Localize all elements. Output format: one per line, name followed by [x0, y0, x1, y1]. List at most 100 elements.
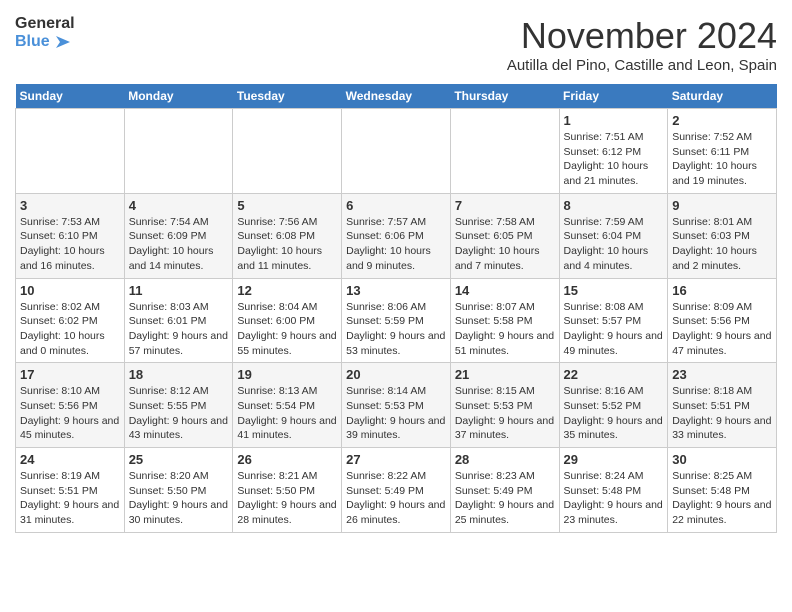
calendar-day-cell: 1 Sunrise: 7:51 AM Sunset: 6:12 PM Daylig…: [559, 109, 668, 194]
day-number: 16: [672, 283, 772, 298]
weekday-header: Tuesday: [233, 84, 342, 109]
title-section: November 2024 Autilla del Pino, Castille…: [507, 15, 777, 74]
day-info: Sunrise: 8:13 AM Sunset: 5:54 PM Dayligh…: [237, 384, 337, 443]
calendar-day-cell: 30 Sunrise: 8:25 AM Sunset: 5:48 PM Dayli…: [668, 448, 777, 533]
calendar-table: SundayMondayTuesdayWednesdayThursdayFrid…: [15, 84, 777, 533]
calendar-day-cell: 6 Sunrise: 7:57 AM Sunset: 6:06 PM Daylig…: [342, 193, 451, 278]
calendar-day-cell: 17 Sunrise: 8:10 AM Sunset: 5:56 PM Dayli…: [16, 363, 125, 448]
day-info: Sunrise: 8:20 AM Sunset: 5:50 PM Dayligh…: [129, 469, 229, 528]
day-number: 4: [129, 198, 229, 213]
day-number: 8: [564, 198, 664, 213]
calendar-day-cell: 10 Sunrise: 8:02 AM Sunset: 6:02 PM Dayli…: [16, 278, 125, 363]
calendar-day-cell: 11 Sunrise: 8:03 AM Sunset: 6:01 PM Dayli…: [124, 278, 233, 363]
day-number: 15: [564, 283, 664, 298]
weekday-header: Wednesday: [342, 84, 451, 109]
calendar-day-cell: [124, 109, 233, 194]
day-number: 25: [129, 452, 229, 467]
day-info: Sunrise: 8:08 AM Sunset: 5:57 PM Dayligh…: [564, 300, 664, 359]
day-number: 10: [20, 283, 120, 298]
calendar-day-cell: 22Sunrise: 8:16 AM Sunset: 5:52 PM Dayli…: [559, 363, 668, 448]
day-info: Sunrise: 8:10 AM Sunset: 5:56 PM Dayligh…: [20, 384, 120, 443]
calendar-day-cell: 25 Sunrise: 8:20 AM Sunset: 5:50 PM Dayli…: [124, 448, 233, 533]
weekday-header: Saturday: [668, 84, 777, 109]
day-info: Sunrise: 8:25 AM Sunset: 5:48 PM Dayligh…: [672, 469, 772, 528]
day-info: Sunrise: 8:02 AM Sunset: 6:02 PM Dayligh…: [20, 300, 120, 359]
day-info: Sunrise: 7:58 AM Sunset: 6:05 PM Dayligh…: [455, 215, 555, 274]
day-number: 28: [455, 452, 555, 467]
day-number: 30: [672, 452, 772, 467]
calendar-week-row: 10 Sunrise: 8:02 AM Sunset: 6:02 PM Dayli…: [16, 278, 777, 363]
calendar-day-cell: 21 Sunrise: 8:15 AM Sunset: 5:53 PM Dayli…: [450, 363, 559, 448]
month-title: November 2024: [507, 15, 777, 57]
calendar-day-cell: 23 Sunrise: 8:18 AM Sunset: 5:51 PM Dayli…: [668, 363, 777, 448]
calendar-day-cell: 20Sunrise: 8:14 AM Sunset: 5:53 PM Dayli…: [342, 363, 451, 448]
calendar-day-cell: 4Sunrise: 7:54 AM Sunset: 6:09 PM Daylig…: [124, 193, 233, 278]
day-info: Sunrise: 7:59 AM Sunset: 6:04 PM Dayligh…: [564, 215, 664, 274]
day-number: 23: [672, 367, 772, 382]
calendar-week-row: 1 Sunrise: 7:51 AM Sunset: 6:12 PM Daylig…: [16, 109, 777, 194]
day-number: 11: [129, 283, 229, 298]
day-info: Sunrise: 8:04 AM Sunset: 6:00 PM Dayligh…: [237, 300, 337, 359]
calendar-day-cell: 2 Sunrise: 7:52 AM Sunset: 6:11 PM Daylig…: [668, 109, 777, 194]
weekday-header-row: SundayMondayTuesdayWednesdayThursdayFrid…: [16, 84, 777, 109]
calendar-day-cell: [16, 109, 125, 194]
day-number: 2: [672, 113, 772, 128]
page-header: General Blue November 2024 Autilla del P…: [15, 15, 777, 74]
day-number: 18: [129, 367, 229, 382]
day-number: 20: [346, 367, 446, 382]
day-number: 5: [237, 198, 337, 213]
logo-text: General Blue: [15, 15, 75, 51]
day-info: Sunrise: 8:09 AM Sunset: 5:56 PM Dayligh…: [672, 300, 772, 359]
calendar-day-cell: 26Sunrise: 8:21 AM Sunset: 5:50 PM Dayli…: [233, 448, 342, 533]
calendar-day-cell: 27 Sunrise: 8:22 AM Sunset: 5:49 PM Dayli…: [342, 448, 451, 533]
calendar-day-cell: 29 Sunrise: 8:24 AM Sunset: 5:48 PM Dayli…: [559, 448, 668, 533]
calendar-day-cell: 3Sunrise: 7:53 AM Sunset: 6:10 PM Daylig…: [16, 193, 125, 278]
weekday-header: Thursday: [450, 84, 559, 109]
day-number: 21: [455, 367, 555, 382]
weekday-header: Sunday: [16, 84, 125, 109]
calendar-day-cell: 24 Sunrise: 8:19 AM Sunset: 5:51 PM Dayli…: [16, 448, 125, 533]
calendar-day-cell: 15 Sunrise: 8:08 AM Sunset: 5:57 PM Dayli…: [559, 278, 668, 363]
calendar-day-cell: 8 Sunrise: 7:59 AM Sunset: 6:04 PM Daylig…: [559, 193, 668, 278]
day-info: Sunrise: 8:24 AM Sunset: 5:48 PM Dayligh…: [564, 469, 664, 528]
day-number: 14: [455, 283, 555, 298]
day-number: 1: [564, 113, 664, 128]
day-info: Sunrise: 8:23 AM Sunset: 5:49 PM Dayligh…: [455, 469, 555, 528]
calendar-week-row: 17 Sunrise: 8:10 AM Sunset: 5:56 PM Dayli…: [16, 363, 777, 448]
calendar-day-cell: 14 Sunrise: 8:07 AM Sunset: 5:58 PM Dayli…: [450, 278, 559, 363]
day-info: Sunrise: 7:56 AM Sunset: 6:08 PM Dayligh…: [237, 215, 337, 274]
calendar-week-row: 24 Sunrise: 8:19 AM Sunset: 5:51 PM Dayli…: [16, 448, 777, 533]
calendar-day-cell: 19Sunrise: 8:13 AM Sunset: 5:54 PM Dayli…: [233, 363, 342, 448]
day-info: Sunrise: 8:22 AM Sunset: 5:49 PM Dayligh…: [346, 469, 446, 528]
day-info: Sunrise: 8:06 AM Sunset: 5:59 PM Dayligh…: [346, 300, 446, 359]
day-number: 29: [564, 452, 664, 467]
calendar-day-cell: 9Sunrise: 8:01 AM Sunset: 6:03 PM Daylig…: [668, 193, 777, 278]
day-number: 17: [20, 367, 120, 382]
day-info: Sunrise: 8:03 AM Sunset: 6:01 PM Dayligh…: [129, 300, 229, 359]
day-number: 9: [672, 198, 772, 213]
weekday-header: Friday: [559, 84, 668, 109]
day-info: Sunrise: 8:12 AM Sunset: 5:55 PM Dayligh…: [129, 384, 229, 443]
logo-general: General: [15, 15, 75, 33]
calendar-day-cell: 13Sunrise: 8:06 AM Sunset: 5:59 PM Dayli…: [342, 278, 451, 363]
day-info: Sunrise: 8:07 AM Sunset: 5:58 PM Dayligh…: [455, 300, 555, 359]
calendar-day-cell: 18 Sunrise: 8:12 AM Sunset: 5:55 PM Dayli…: [124, 363, 233, 448]
day-info: Sunrise: 7:57 AM Sunset: 6:06 PM Dayligh…: [346, 215, 446, 274]
day-info: Sunrise: 8:18 AM Sunset: 5:51 PM Dayligh…: [672, 384, 772, 443]
calendar-day-cell: 16 Sunrise: 8:09 AM Sunset: 5:56 PM Dayli…: [668, 278, 777, 363]
day-info: Sunrise: 8:19 AM Sunset: 5:51 PM Dayligh…: [20, 469, 120, 528]
day-info: Sunrise: 7:52 AM Sunset: 6:11 PM Dayligh…: [672, 130, 772, 189]
day-number: 27: [346, 452, 446, 467]
day-info: Sunrise: 8:15 AM Sunset: 5:53 PM Dayligh…: [455, 384, 555, 443]
day-info: Sunrise: 7:51 AM Sunset: 6:12 PM Dayligh…: [564, 130, 664, 189]
day-info: Sunrise: 8:16 AM Sunset: 5:52 PM Dayligh…: [564, 384, 664, 443]
calendar-day-cell: [342, 109, 451, 194]
location-subtitle: Autilla del Pino, Castille and Leon, Spa…: [507, 57, 777, 74]
day-number: 7: [455, 198, 555, 213]
calendar-day-cell: 5 Sunrise: 7:56 AM Sunset: 6:08 PM Daylig…: [233, 193, 342, 278]
weekday-header: Monday: [124, 84, 233, 109]
day-info: Sunrise: 7:53 AM Sunset: 6:10 PM Dayligh…: [20, 215, 120, 274]
day-number: 6: [346, 198, 446, 213]
day-number: 24: [20, 452, 120, 467]
logo: General Blue: [15, 15, 75, 51]
